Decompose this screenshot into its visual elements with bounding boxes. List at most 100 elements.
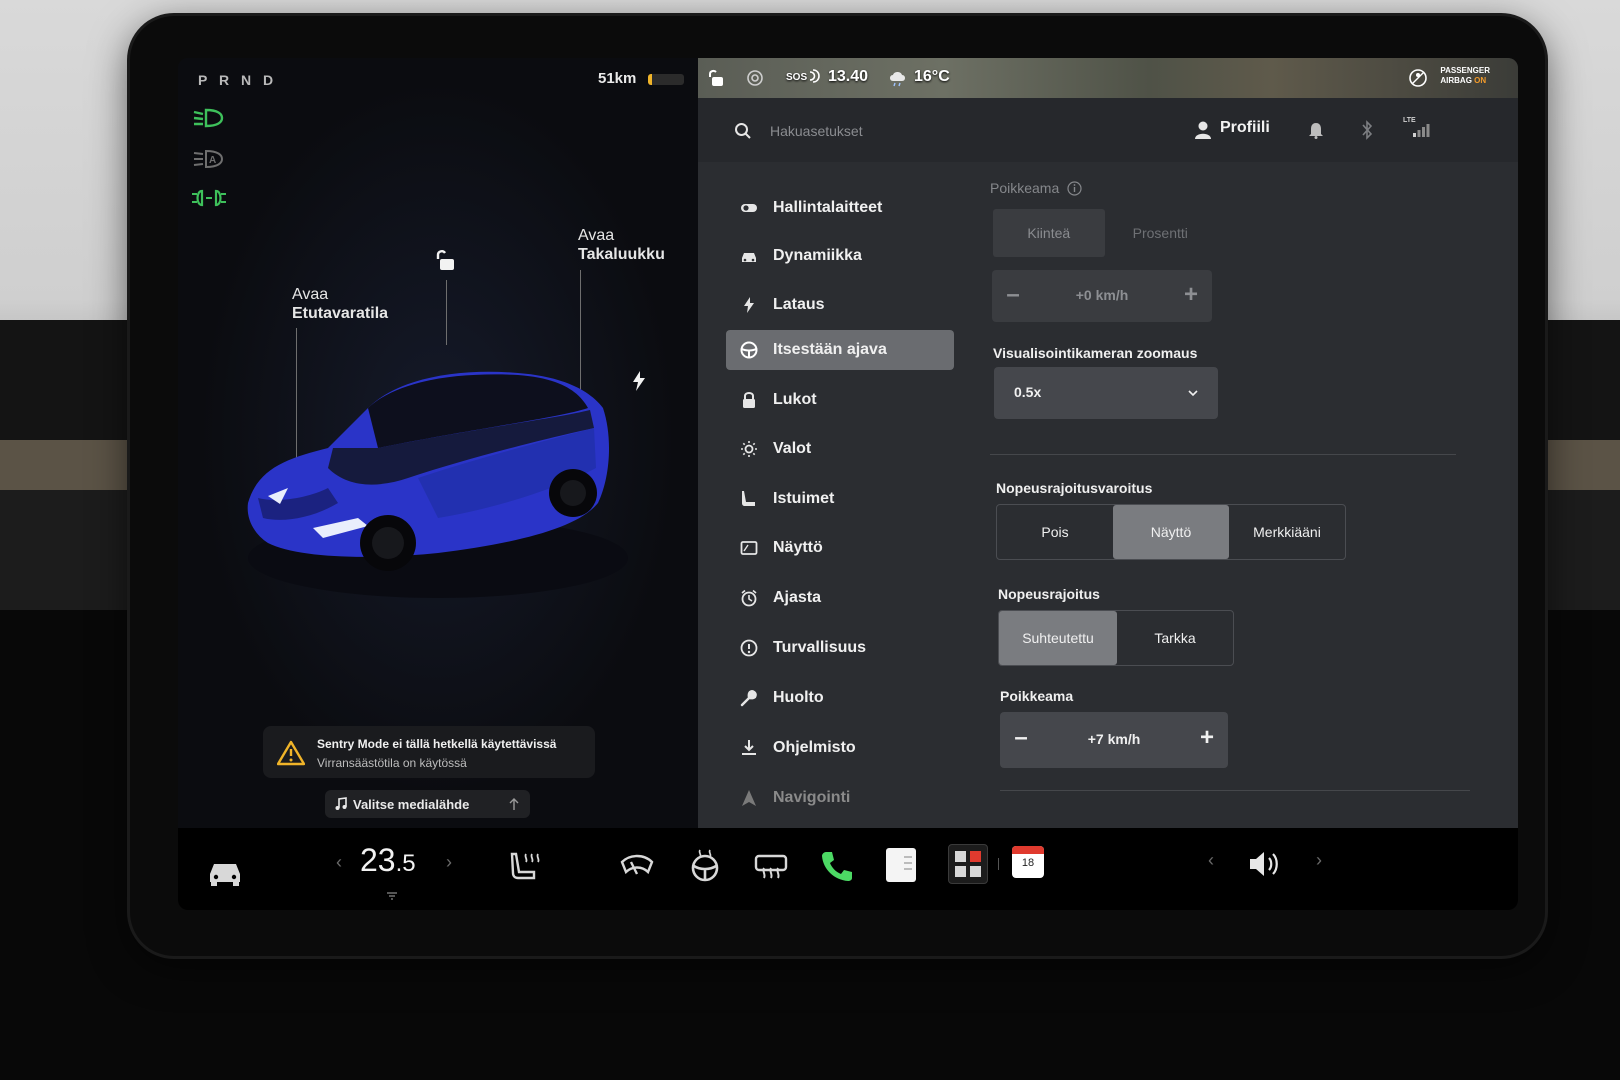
nav-item-lukot[interactable]: Lukot [726,380,954,420]
nav-item-huolto[interactable]: Huolto [726,678,954,718]
car-controls-icon[interactable] [206,854,244,890]
increase-offset-button[interactable]: + [1176,281,1206,309]
car-icon [742,253,756,262]
speed-limit-label: Nopeusrajoitus [998,586,1100,602]
bell-icon[interactable] [1308,121,1324,139]
unlock-icon[interactable] [432,248,458,274]
warning-option-merkkiaani[interactable]: Merkkiääni [1229,505,1345,559]
volume-down-button[interactable]: ‹ [1208,850,1214,871]
offset-mode-option[interactable]: Prosentti [1105,209,1217,257]
app-launcher-icon[interactable] [948,844,988,884]
nav-item-dynamiikka[interactable]: Dynamiikka [726,236,954,276]
alert-title: Sentry Mode ei tällä hetkellä käytettävi… [317,737,557,751]
unlocked-status-icon [709,69,723,86]
camera-zoom-value: 0.5x [1014,384,1042,400]
offset-bottom-label: Poikkeama [1000,688,1074,704]
option-label: Näyttö [1150,524,1192,540]
temp-increase-button[interactable]: › [446,852,452,873]
camera-zoom-label: Visualisointikameran zoomaus [993,345,1198,361]
lock-icon [743,392,755,408]
battery-range: 51km [598,70,637,87]
bluetooth-icon[interactable] [1360,120,1374,140]
nav-item-ohjelmisto[interactable]: Ohjelmisto [726,728,954,768]
volume-up-button[interactable]: › [1316,850,1322,871]
touchscreen: P R N D 51km A Avaa Etutavaratila Avaa T… [178,58,1518,910]
search-input[interactable]: Hakuasetukset [770,123,863,139]
nav-label: Navigointi [773,789,851,806]
nav-label: Turvallisuus [773,639,867,656]
download-icon [742,740,756,755]
seat-heater-icon[interactable] [508,848,546,884]
speed-limit-option-suhteutettu[interactable]: Suhteutettu [999,611,1117,665]
chevron-down-icon [1188,390,1198,397]
offset-mode-option[interactable]: Kiinteä [993,209,1105,257]
nav-label: Ohjelmisto [773,739,856,756]
outside-temperature: 16°C [914,68,950,85]
nav-item-lataus[interactable]: Lataus [726,285,954,325]
info-icon[interactable] [1067,181,1082,196]
bolt-icon [744,297,754,313]
status-bar: SOS 13.40 16°C PASSENGER AIRBAG ON [698,58,1518,98]
temp-decrease-button[interactable]: ‹ [336,852,342,873]
nav-item-navigointi[interactable]: Navigointi [726,778,954,818]
open-trunk-button[interactable]: Avaa Takaluukku [578,226,665,264]
phone-icon[interactable] [818,848,856,884]
calendar-day: 18 [1021,857,1035,869]
warning-option-pois[interactable]: Pois [997,505,1113,559]
seat-icon [742,491,755,506]
nav-item-ajasta[interactable]: Ajasta [726,578,954,618]
section-divider [990,454,1456,455]
steering-heater-icon[interactable] [686,848,724,884]
camera-zoom-dropdown[interactable]: 0.5x [994,367,1218,419]
volume-icon[interactable] [1246,846,1284,882]
passenger-airbag-icon [1409,69,1427,87]
offset-mode-selector: Kiinteä Prosentti [992,208,1217,258]
navigation-arrow-icon [742,790,756,806]
warning-triangle-icon [277,740,305,766]
nav-item-turvallisuus[interactable]: Turvallisuus [726,628,954,668]
airbag-label: AIRBAG [1440,76,1472,85]
nav-item-hallintalaitteet[interactable]: Hallintalaitteet [726,188,954,228]
notes-app-icon[interactable] [886,848,916,882]
nav-label: Ajasta [773,589,822,606]
nav-label: Istuimet [773,490,835,507]
settings-pane: SOS 13.40 16°C PASSENGER AIRBAG ON Hakua… [698,58,1518,828]
bottom-dock: ‹ 23.5 › 18 ‹ › [178,828,1518,910]
warning-option-naytto[interactable]: Näyttö [1113,505,1229,559]
fan-icon [387,892,397,900]
calendar-app-icon[interactable]: 18 [1012,846,1044,878]
sun-icon [741,441,757,457]
airbag-state: ON [1474,76,1487,85]
offset-bottom-stepper: – +7 km/h + [1000,712,1228,768]
cellular-signal-icon [1413,124,1430,137]
section-divider [1000,790,1470,791]
search-icon[interactable] [734,122,752,140]
profile-button[interactable]: Profiili [1220,119,1270,137]
vehicle-3d-model[interactable] [218,328,638,618]
speed-limit-warning-selector: Pois Näyttö Merkkiääni [996,504,1346,560]
battery-level-bar [648,74,684,85]
increase-speed-offset-button[interactable]: + [1192,724,1222,752]
media-source-label: Valitse medialähde [353,797,470,812]
alarm-clock-icon [741,589,757,607]
rear-defrost-icon[interactable] [752,848,790,884]
charge-port-icon[interactable] [630,370,648,392]
offset-top-stepper: – +0 km/h + [992,270,1212,322]
select-media-source-button[interactable]: Valitse medialähde [325,790,530,818]
nav-item-itsestaan-ajava[interactable]: Itsestään ajava [726,330,954,370]
nav-label: Lataus [773,296,825,313]
arrow-up-icon [509,798,519,810]
nav-item-naytto[interactable]: Näyttö [726,528,954,568]
speed-limit-selector: Suhteutettu Tarkka [998,610,1234,666]
speed-limit-option-tarkka[interactable]: Tarkka [1117,611,1233,665]
open-frunk-button[interactable]: Avaa Etutavaratila [292,285,388,323]
clock-time: 13.40 [828,68,869,85]
frunk-action-label: Avaa [292,286,329,303]
wiper-icon[interactable] [618,848,656,884]
speed-limit-warning-label: Nopeusrajoitusvaroitus [996,480,1153,496]
nav-item-istuimet[interactable]: Istuimet [726,479,954,519]
frunk-label: Etutavaratila [292,305,389,322]
nav-item-valot[interactable]: Valot [726,429,954,469]
steering-wheel-icon [740,341,758,359]
cabin-temperature[interactable]: 23.5 [360,842,416,879]
